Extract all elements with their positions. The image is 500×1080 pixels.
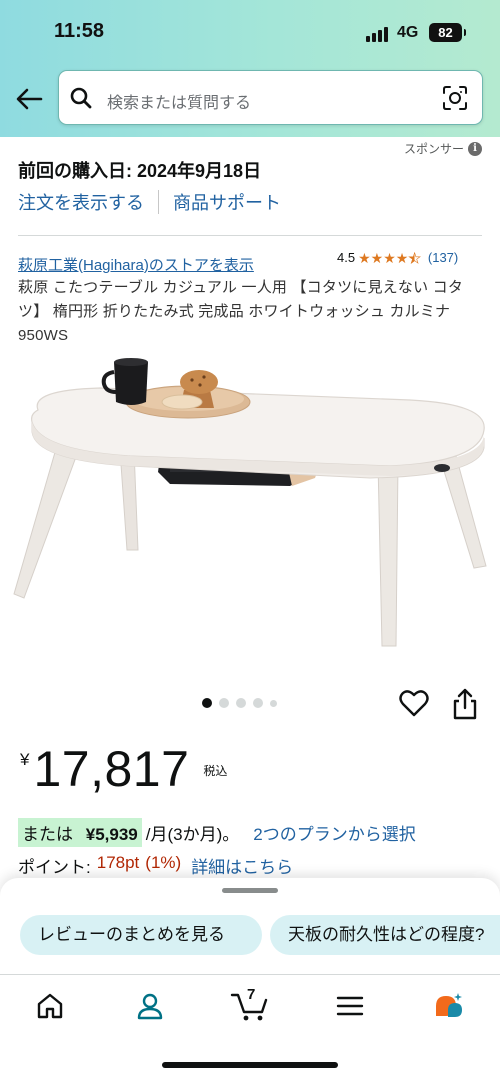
battery-icon: 82	[429, 23, 466, 42]
store-link[interactable]: 萩原工業(Hagihara)のストアを表示	[18, 254, 254, 275]
sheet-handle[interactable]	[222, 888, 278, 893]
price: ¥ 17,817 税込	[20, 740, 227, 798]
product-title: 萩原 こたつテーブル カジュアル 一人用 【コタツに見えない コタツ】 楕円形 …	[18, 279, 464, 344]
star-rating-icon: ★ ★ ★ ★ ★	[358, 249, 421, 266]
view-order-link[interactable]: 注文を表示する	[18, 189, 144, 215]
carousel-dot[interactable]	[236, 698, 246, 708]
home-indicator	[162, 1062, 338, 1068]
heart-icon[interactable]	[399, 689, 429, 719]
header-area: 11:58 4G 82 検索または質問する	[0, 0, 500, 137]
half-star-icon: ★	[408, 249, 421, 266]
arrow-left-icon	[16, 88, 43, 110]
suggestion-chip-durability[interactable]: 天板の耐久性はどの程度?	[270, 915, 500, 955]
purchase-links: 注文を表示する 商品サポート	[18, 190, 281, 214]
installment-plans-link[interactable]: 2つのプランから選択	[253, 820, 415, 845]
points-percent: (1%)	[145, 853, 182, 872]
share-icon[interactable]	[451, 688, 479, 720]
star-icon: ★	[370, 249, 384, 266]
network-label: 4G	[397, 24, 419, 41]
battery-level: 82	[438, 25, 453, 40]
signal-icon	[366, 26, 390, 42]
price-amount: 17,817	[33, 741, 190, 797]
sponsored-label[interactable]: スポンサー i	[404, 140, 483, 157]
installment-highlight: または ¥5,939	[18, 818, 142, 847]
image-carousel-indicator[interactable]	[202, 698, 277, 708]
menu-icon[interactable]	[334, 990, 366, 1022]
points-value: 178pt	[96, 853, 140, 872]
divider	[158, 190, 159, 214]
installment-suffix: /月(3か月)。	[145, 825, 240, 844]
installment-info: または ¥5,939 /月(3か月)。 2つのプランから選択	[18, 818, 416, 847]
camera-scan-icon[interactable]	[442, 85, 468, 111]
cart-count: 7	[247, 986, 256, 1003]
section-divider	[18, 235, 482, 236]
tax-label: 税込	[203, 764, 228, 778]
suggestion-chip-review-summary[interactable]: レビューのまとめを見る	[20, 915, 262, 955]
points-details-link[interactable]: 詳細はこちら	[191, 853, 293, 878]
rating-value: 4.5	[337, 250, 356, 265]
home-icon[interactable]	[34, 990, 66, 1022]
bottom-nav: 7	[0, 974, 500, 1034]
carousel-dot[interactable]	[253, 698, 263, 708]
installment-prefix: または	[22, 825, 73, 844]
search-input[interactable]: 検索または質問する	[58, 70, 483, 125]
installment-amount: ¥5,939	[85, 825, 138, 844]
search-icon	[70, 87, 92, 109]
search-placeholder: 検索または質問する	[107, 95, 252, 112]
ai-assistant-icon[interactable]	[432, 990, 464, 1022]
carousel-dot-active[interactable]	[202, 698, 212, 708]
cart-button[interactable]: 7	[230, 986, 270, 1022]
points-info: ポイント: 178pt (1%) 詳細はこちら	[18, 853, 293, 878]
rating-count[interactable]: (137)	[428, 250, 458, 265]
status-bar: 11:58 4G 82	[0, 0, 500, 60]
sponsored-text: スポンサー	[404, 142, 465, 156]
carousel-dot[interactable]	[219, 698, 229, 708]
points-label: ポイント:	[18, 858, 91, 877]
status-time: 11:58	[54, 20, 105, 42]
kotatsu-table-image	[13, 358, 487, 647]
account-icon[interactable]	[134, 990, 166, 1022]
star-icon: ★	[383, 249, 396, 266]
rating[interactable]: 4.5 ★ ★ ★ ★ ★ (137)	[337, 250, 458, 265]
info-icon[interactable]: i	[468, 141, 483, 156]
carousel-dot[interactable]	[270, 699, 277, 707]
last-purchase-date: 前回の購入日: 2024年9月18日	[18, 161, 262, 181]
back-button[interactable]	[12, 82, 46, 116]
price-currency: ¥	[20, 750, 30, 769]
star-icon: ★	[358, 249, 371, 266]
product-image[interactable]	[10, 350, 490, 655]
product-support-link[interactable]: 商品サポート	[173, 189, 281, 215]
star-icon: ★	[395, 249, 409, 266]
